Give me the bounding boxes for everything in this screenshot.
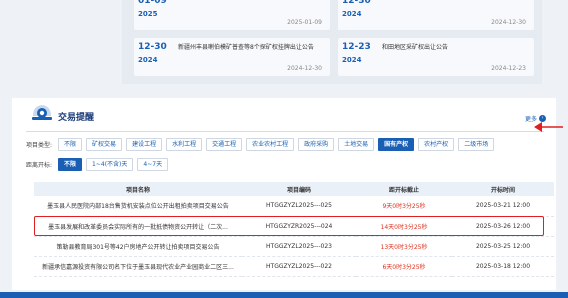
news-date-year: 2024 bbox=[138, 56, 158, 64]
filter-chip-distance[interactable]: 1~4(不含)天 bbox=[86, 158, 134, 171]
distance-filter: 距离开标: 不限 1~4(不含)天 4~7天 bbox=[26, 158, 169, 171]
countdown: 13天0时3分25秒 bbox=[356, 236, 452, 257]
news-date-year: 2024 bbox=[342, 56, 362, 64]
news-card[interactable]: 12-30 2024 2024-12-30 bbox=[338, 0, 534, 30]
project-name[interactable]: 策勒县教育局301号等42户房地产公开转让拍卖项目交易公告 bbox=[34, 236, 242, 257]
section-title: 交易提醒 bbox=[58, 113, 95, 123]
filter-chip-type[interactable]: 政府采购 bbox=[298, 138, 335, 151]
filter-chip-type[interactable]: 二级市场 bbox=[458, 138, 495, 151]
news-pubdate: 2024-12-23 bbox=[491, 65, 526, 72]
filter-chip-type[interactable]: 土地交易 bbox=[338, 138, 375, 151]
news-pubdate: 2025-01-09 bbox=[287, 19, 322, 26]
filter-chip-type[interactable]: 农业农村工程 bbox=[246, 138, 295, 151]
trade-reminder-section: 交易提醒 更多 › 项目类型: 不限 矿权交易 建设工程 水利工程 交通工程 农… bbox=[0, 88, 568, 298]
news-date: 12-30 2024 bbox=[342, 0, 376, 18]
news-title[interactable]: 新疆州丰县喇伯模矿普查等8个探矿权挂牌出让公告 bbox=[178, 42, 328, 51]
filter-chip-type[interactable]: 交通工程 bbox=[206, 138, 243, 151]
news-date-year: 2025 bbox=[138, 10, 158, 18]
filter-chip-distance[interactable]: 4~7天 bbox=[137, 158, 169, 171]
project-code: HTGGZYZL2025---022 bbox=[242, 256, 356, 277]
header-project-code: 项目编码 bbox=[242, 182, 356, 196]
countdown: 9天0时3分25秒 bbox=[356, 196, 452, 217]
header-countdown: 距开标截止 bbox=[356, 182, 452, 196]
filter-chip-type[interactable]: 矿权交易 bbox=[86, 138, 123, 151]
news-date: 01-09 2025 bbox=[138, 0, 172, 18]
news-date: 12-30 2024 bbox=[138, 42, 172, 64]
filter-label-distance: 距离开标: bbox=[26, 162, 53, 169]
open-time: 2025-03-21 12:00 bbox=[452, 196, 554, 217]
open-time: 2025-03-25 12:00 bbox=[452, 236, 554, 257]
table-header-row: 项目名称 项目编码 距开标截止 开标时间 bbox=[34, 182, 554, 196]
project-code: HTGGZYZL2025---025 bbox=[242, 196, 356, 217]
project-type-filter: 项目类型: 不限 矿权交易 建设工程 水利工程 交通工程 农业农村工程 政府采购… bbox=[26, 138, 495, 151]
filter-chip-type[interactable]: 农村产权 bbox=[418, 138, 455, 151]
filter-chip-distance-active[interactable]: 不限 bbox=[58, 158, 83, 171]
news-card[interactable]: 01-09 2025 2025-01-09 bbox=[134, 0, 330, 30]
project-name[interactable]: 新疆承信嘉源投资有限公司名下位于墨玉县现代农业产业园商业二区三... bbox=[34, 256, 242, 277]
news-section: 01-09 2025 2025-01-09 12-30 2024 2024-12… bbox=[0, 0, 568, 88]
bell-icon bbox=[32, 105, 52, 120]
news-pubdate: 2024-12-30 bbox=[287, 65, 322, 72]
open-time: 2025-03-18 12:00 bbox=[452, 256, 554, 277]
news-date-md: 12-30 bbox=[138, 42, 167, 52]
news-date: 12-23 2024 bbox=[342, 42, 376, 64]
table-row[interactable]: 墨玉县人民医院内部18台售货机安装点位公开出租拍卖项目交易公告 HTGGZYZL… bbox=[34, 196, 554, 217]
project-name[interactable]: 墨玉县人民医院内部18台售货机安装点位公开出租拍卖项目交易公告 bbox=[34, 196, 242, 217]
footer-bar bbox=[0, 292, 568, 298]
table-row[interactable]: 新疆承信嘉源投资有限公司名下位于墨玉县现代农业产业园商业二区三... HTGGZ… bbox=[34, 256, 554, 277]
news-card[interactable]: 12-23 2024 和田地区采矿权出让公告 2024-12-23 bbox=[338, 38, 534, 76]
news-date-md: 12-30 bbox=[342, 0, 371, 6]
pointer-arrow-icon bbox=[534, 122, 563, 132]
news-pubdate: 2024-12-30 bbox=[491, 19, 526, 26]
project-code: HTGGZYZL2025---023 bbox=[242, 236, 356, 257]
news-title[interactable]: 和田地区采矿权出让公告 bbox=[382, 42, 532, 51]
filter-chip-type[interactable]: 建设工程 bbox=[126, 138, 163, 151]
table-row[interactable]: 策勒县教育局301号等42户房地产公开转让拍卖项目交易公告 HTGGZYZL20… bbox=[34, 236, 554, 257]
trade-reminder-panel: 交易提醒 更多 › 项目类型: 不限 矿权交易 建设工程 水利工程 交通工程 农… bbox=[12, 98, 556, 290]
news-date-year: 2024 bbox=[342, 10, 362, 18]
filter-chip-type[interactable]: 水利工程 bbox=[166, 138, 203, 151]
news-card[interactable]: 12-30 2024 新疆州丰县喇伯模矿普查等8个探矿权挂牌出让公告 2024-… bbox=[134, 38, 330, 76]
news-date-md: 01-09 bbox=[138, 0, 167, 6]
filter-chip-type[interactable]: 不限 bbox=[58, 138, 83, 151]
header-project-name: 项目名称 bbox=[34, 182, 242, 196]
section-divider bbox=[26, 131, 544, 132]
filter-chip-type-active[interactable]: 国有产权 bbox=[378, 138, 415, 151]
news-date-md: 12-23 bbox=[342, 42, 371, 52]
filter-label-type: 项目类型: bbox=[26, 142, 53, 149]
countdown: 6天0时3分25秒 bbox=[356, 256, 452, 277]
highlight-box bbox=[34, 216, 544, 236]
header-open-time: 开标时间 bbox=[452, 182, 554, 196]
